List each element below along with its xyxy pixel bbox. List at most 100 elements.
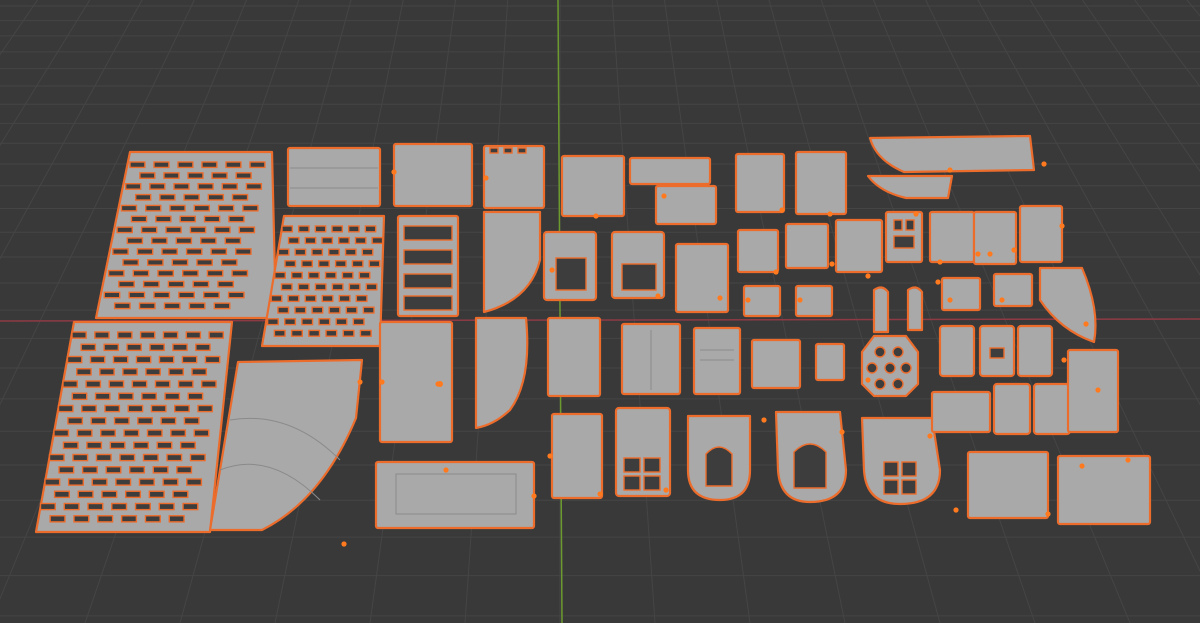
brick-hole: [159, 193, 176, 201]
3d-viewport[interactable]: [0, 0, 1200, 623]
brick-hole: [171, 259, 189, 266]
arch-ring-2[interactable]: [774, 410, 848, 504]
brick-hole: [169, 204, 186, 212]
brick-hole: [177, 161, 194, 169]
door-panel-narrow-2[interactable]: [550, 412, 604, 500]
brick-hole: [172, 343, 188, 352]
cross-window-door[interactable]: [614, 406, 672, 498]
door-panel-narrow-1[interactable]: [546, 316, 602, 398]
brick-hole: [191, 368, 208, 376]
brick-hole: [193, 429, 210, 437]
brick-hole: [66, 355, 83, 364]
small-panel-l[interactable]: [1018, 204, 1064, 264]
brick-hole: [138, 478, 155, 486]
brick-hole: [131, 380, 148, 388]
arch-panel-1[interactable]: [482, 210, 542, 314]
small-panel-c[interactable]: [736, 228, 780, 274]
louver-panel[interactable]: [692, 326, 742, 396]
brick-hole: [176, 466, 193, 474]
window-slit-panel[interactable]: [884, 210, 924, 264]
door-panel-large[interactable]: [378, 320, 454, 444]
wall-strip-1[interactable]: [628, 156, 712, 186]
brick-wall-panel-large-bottom[interactable]: [34, 320, 234, 534]
small-panel-m[interactable]: [940, 276, 982, 312]
battlement-panel[interactable]: [482, 144, 546, 210]
wall-panel-plain-1[interactable]: [392, 142, 474, 208]
floor-slab-long[interactable]: [374, 460, 536, 530]
brick-hole: [185, 248, 203, 255]
brick-hole: [335, 318, 348, 326]
shelf-panel[interactable]: [396, 214, 460, 318]
double-door-panel[interactable]: [620, 322, 682, 396]
object-origin-dot: [531, 493, 537, 499]
pillar-1[interactable]: [872, 286, 890, 334]
brick-hole: [328, 248, 340, 256]
brick-hole: [304, 294, 317, 303]
curved-blade-large[interactable]: [868, 134, 1036, 174]
small-panel-j[interactable]: [928, 210, 976, 264]
wall-panel-plain-2[interactable]: [674, 242, 730, 314]
brick-hole: [158, 502, 175, 511]
brick-wall-panel-large-top[interactable]: [94, 150, 278, 320]
brick-hole: [144, 515, 161, 523]
brick-hole: [270, 294, 283, 303]
brick-hole: [160, 417, 177, 425]
brick-hole: [108, 380, 125, 388]
brick-hole: [77, 490, 94, 499]
arch-window-panel[interactable]: [860, 416, 942, 506]
small-panel-h[interactable]: [750, 338, 802, 390]
slatted-panel[interactable]: [930, 390, 992, 434]
object-origin-dot: [953, 507, 959, 513]
brick-hole: [238, 226, 256, 234]
wall-strip-2[interactable]: [654, 184, 718, 226]
curved-blade-small[interactable]: [866, 174, 954, 200]
floor-tile-2[interactable]: [1056, 454, 1152, 526]
small-panel-i[interactable]: [814, 342, 846, 382]
brick-hole: [273, 329, 286, 337]
brick-hole: [150, 404, 167, 413]
brick-hole: [149, 183, 166, 190]
small-panel-e[interactable]: [834, 218, 884, 274]
curved-floor-piece[interactable]: [208, 358, 364, 532]
object-origin-dot: [593, 213, 599, 219]
brick-hole: [62, 441, 79, 450]
object-origin-dot: [1083, 321, 1089, 327]
brick-hole: [280, 283, 293, 291]
plank-panel[interactable]: [286, 146, 382, 208]
brick-hole: [338, 236, 350, 245]
small-panel-b[interactable]: [794, 150, 848, 216]
pillar-2[interactable]: [906, 286, 924, 332]
battlement-panel-small[interactable]: [560, 154, 626, 218]
brick-hole: [227, 291, 245, 299]
brick-hole: [195, 343, 211, 352]
brick-hole: [274, 271, 286, 279]
window-frame-2[interactable]: [610, 230, 666, 300]
brick-hole: [153, 161, 170, 169]
hinge-panels-row-top[interactable]: [938, 324, 1054, 378]
brick-hole: [348, 283, 361, 291]
small-panel-d[interactable]: [784, 222, 830, 270]
small-panel-k[interactable]: [972, 210, 1018, 266]
small-panel-a[interactable]: [734, 152, 786, 214]
octagon-vent-panel[interactable]: [860, 334, 920, 398]
brick-hole: [172, 490, 189, 499]
window-frame-1[interactable]: [542, 230, 598, 302]
brick-hole: [97, 515, 114, 523]
arch-panel-2[interactable]: [474, 316, 529, 430]
brick-wall-panel-medium[interactable]: [260, 214, 386, 348]
hinge-panels-row-bottom[interactable]: [992, 382, 1072, 436]
arch-ring-1[interactable]: [686, 414, 752, 502]
brick-hole: [304, 236, 317, 245]
brick-hole: [318, 260, 330, 268]
brick-hole: [156, 441, 173, 450]
brick-hole: [291, 271, 303, 279]
brick-hole: [76, 368, 92, 376]
brick-hole: [145, 204, 162, 212]
object-origin-dot: [341, 541, 347, 547]
brick-hole: [118, 280, 135, 288]
tall-side-panel[interactable]: [1066, 348, 1120, 434]
object-origin-dot: [663, 487, 669, 493]
brick-hole: [99, 368, 115, 376]
floor-tile-1[interactable]: [966, 450, 1050, 520]
brick-hole: [142, 280, 160, 288]
